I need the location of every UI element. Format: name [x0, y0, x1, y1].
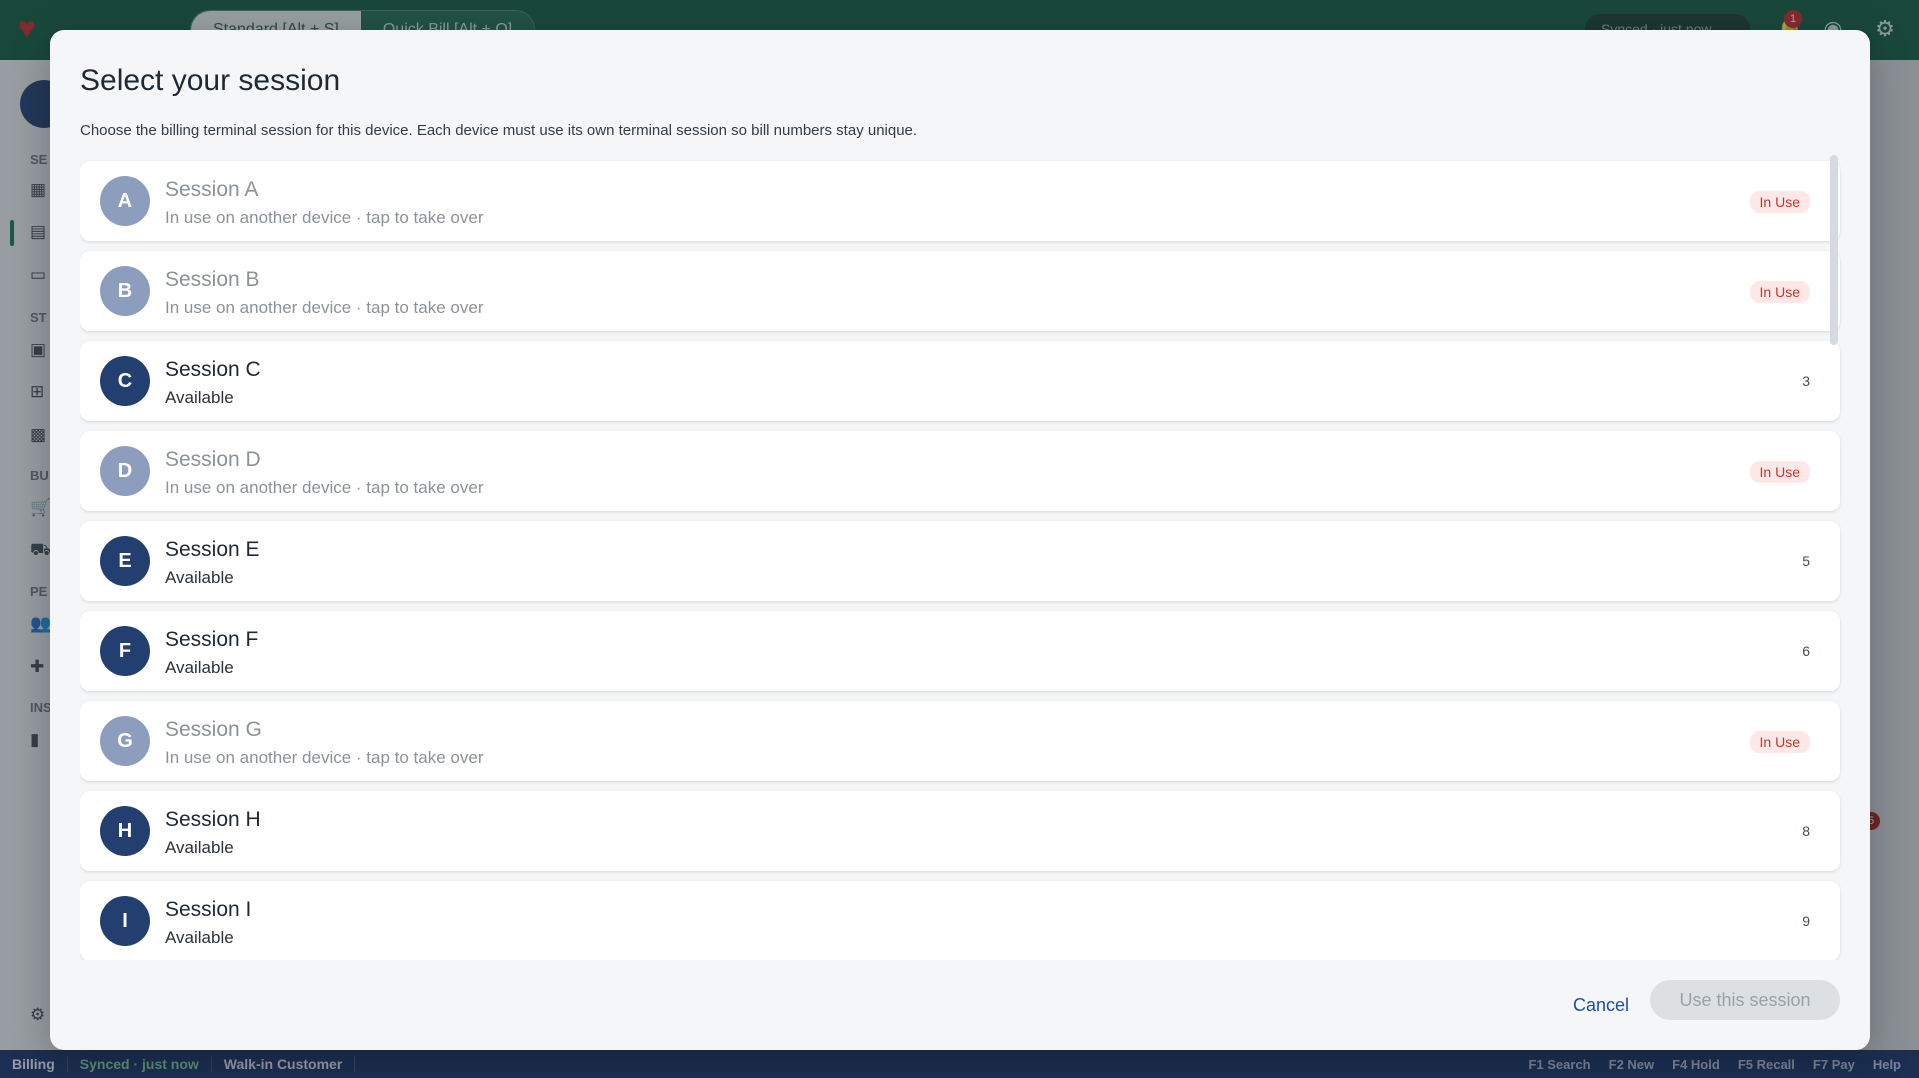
session-status: Available: [165, 568, 234, 587]
session-avatar: E: [100, 536, 150, 586]
select-session-dialog: Select your session Choose the billing t…: [50, 30, 1870, 1050]
session-row[interactable]: F Session F Available 6: [80, 611, 1840, 691]
in-use-badge: In Use: [1749, 281, 1810, 303]
session-row[interactable]: I Session I Available 9: [80, 881, 1840, 960]
session-status: Available: [165, 658, 234, 677]
session-number: 3: [1802, 373, 1810, 389]
session-row[interactable]: E Session E Available 5: [80, 521, 1840, 601]
session-avatar: F: [100, 626, 150, 676]
session-status: In use on another device · tap to take o…: [165, 298, 484, 317]
session-list: A Session A In use on another device · tap…: [80, 160, 1842, 960]
session-status: In use on another device · tap to take o…: [165, 208, 484, 227]
in-use-badge: In Use: [1749, 461, 1810, 483]
in-use-badge: In Use: [1749, 191, 1810, 213]
session-status: In use on another device · tap to take o…: [165, 478, 484, 497]
session-avatar: B: [100, 266, 150, 316]
session-avatar: I: [100, 896, 150, 946]
session-row[interactable]: H Session H Available 8: [80, 791, 1840, 871]
session-status: Available: [165, 388, 234, 407]
session-name: Session B: [165, 268, 260, 291]
session-name: Session E: [165, 538, 260, 561]
session-list-scrollbar[interactable]: [1830, 155, 1838, 345]
session-row[interactable]: D Session D In use on another device · tap…: [80, 431, 1840, 511]
in-use-badge: In Use: [1749, 731, 1810, 753]
session-name: Session G: [165, 718, 262, 741]
session-row[interactable]: G Session G In use on another device · tap…: [80, 701, 1840, 781]
session-row[interactable]: C Session C Available 3: [80, 341, 1840, 421]
session-number: 6: [1802, 643, 1810, 659]
session-name: Session D: [165, 448, 261, 471]
session-avatar: D: [100, 446, 150, 496]
session-avatar: H: [100, 806, 150, 856]
session-number: 8: [1802, 823, 1810, 839]
dialog-title: Select your session: [80, 64, 341, 97]
session-status: In use on another device · tap to take o…: [165, 748, 484, 767]
session-avatar: C: [100, 356, 150, 406]
session-number: 9: [1802, 913, 1810, 929]
session-row[interactable]: B Session B In use on another device · tap…: [80, 251, 1840, 331]
session-name: Session F: [165, 628, 259, 651]
session-name: Session A: [165, 178, 259, 201]
session-avatar: G: [100, 716, 150, 766]
session-name: Session C: [165, 358, 261, 381]
session-name: Session H: [165, 808, 261, 831]
session-status: Available: [165, 838, 234, 857]
session-avatar: A: [100, 176, 150, 226]
use-session-button[interactable]: Use this session: [1650, 980, 1840, 1020]
session-status: Available: [165, 928, 234, 947]
session-row[interactable]: A Session A In use on another device · tap…: [80, 161, 1840, 241]
dialog-subtitle: Choose the billing terminal session for …: [80, 122, 918, 139]
session-name: Session I: [165, 898, 252, 921]
session-number: 5: [1802, 553, 1810, 569]
cancel-button[interactable]: Cancel: [1558, 986, 1644, 1024]
